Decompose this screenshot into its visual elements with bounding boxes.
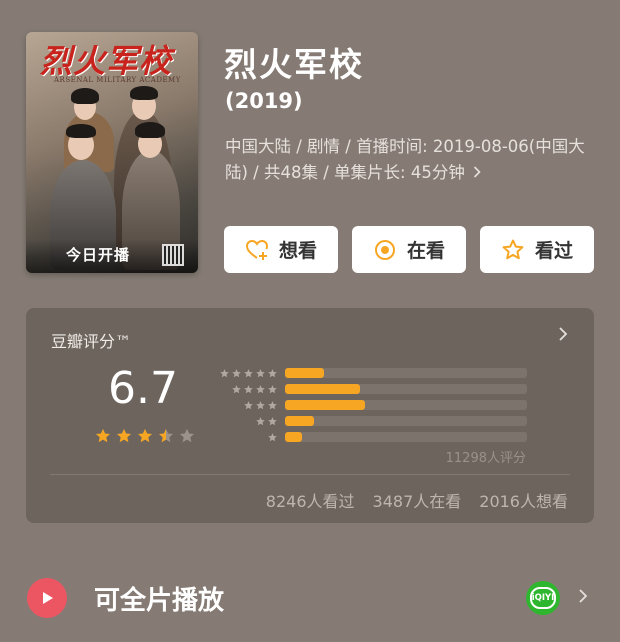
distribution-bar: [285, 400, 365, 410]
poster-hair: [130, 86, 158, 100]
distribution-stars: [216, 416, 278, 427]
distribution-track: [285, 368, 527, 378]
star-icon: [268, 384, 277, 393]
play-row[interactable]: 可全片播放 iQIYI: [0, 560, 620, 636]
distribution-row: [216, 397, 527, 413]
star-icon: [220, 368, 229, 377]
star-icon: [95, 428, 111, 443]
distribution-track: [285, 384, 527, 394]
star-icon: [244, 400, 253, 409]
distribution-row: [216, 413, 527, 429]
star-icon: [137, 428, 153, 443]
star-icon: [268, 368, 277, 377]
distribution-stars: [216, 400, 278, 411]
poster-hair: [71, 88, 99, 104]
star-icon: [256, 368, 265, 377]
star-icon: [179, 428, 195, 443]
divider: [50, 474, 570, 475]
play-label: 可全片播放: [94, 586, 225, 616]
page-title: 烈火军校: [224, 45, 364, 84]
star-outline-icon: [502, 239, 524, 259]
distribution-row: [216, 381, 527, 397]
heart-plus-icon: [245, 239, 268, 260]
rating-distribution: [216, 365, 527, 445]
play-icon: [27, 578, 67, 618]
distribution-row: [216, 365, 527, 381]
watching-button[interactable]: 在看: [352, 226, 466, 273]
distribution-track: [285, 432, 527, 442]
poster-subtitle-art: ARSENAL MILITARY ACADEMY: [54, 76, 181, 84]
star-icon: [256, 416, 265, 425]
star-icon: [232, 384, 241, 393]
distribution-track: [285, 416, 527, 426]
rating-count: 11298人评分: [445, 451, 526, 466]
want-count[interactable]: 2016人想看: [479, 488, 568, 512]
distribution-stars: [216, 368, 278, 379]
rating-stars: [94, 427, 196, 445]
qr-code-icon: [162, 244, 184, 266]
chevron-right-icon[interactable]: [578, 588, 588, 608]
star-icon: [256, 400, 265, 409]
watching-count[interactable]: 3487人在看: [373, 488, 462, 512]
poster-hair: [135, 122, 165, 138]
poster-hair: [66, 124, 96, 138]
distribution-bar: [285, 368, 324, 378]
want-label: 想看: [278, 240, 317, 262]
star-icon: [268, 432, 277, 441]
distribution-bar: [285, 384, 361, 394]
distribution-track: [285, 400, 527, 410]
chevron-right-icon: [473, 163, 481, 182]
watched-count[interactable]: 8246人看过: [266, 488, 355, 512]
star-icon: [232, 368, 241, 377]
star-icon: [244, 384, 253, 393]
distribution-stars: [216, 384, 278, 395]
star-icon: [158, 428, 174, 443]
rating-stats: 8246人看过 3487人在看 2016人想看: [266, 488, 568, 512]
rating-label: 豆瓣评分™: [51, 332, 132, 351]
platform-text: iQIYI: [530, 587, 556, 609]
distribution-stars: [216, 432, 278, 443]
poster-image[interactable]: 烈火军校 ARSENAL MILITARY ACADEMY 今日开播: [26, 32, 198, 273]
star-icon: [268, 400, 277, 409]
star-icon: [244, 368, 253, 377]
rating-score: 6.7: [108, 363, 178, 414]
rating-card[interactable]: 豆瓣评分™ 6.7 11298人评分 8246人看过 3487人在看 2016人…: [26, 308, 594, 523]
star-icon: [256, 384, 265, 393]
distribution-row: [216, 429, 527, 445]
movie-meta[interactable]: 中国大陆 / 剧情 / 首播时间: 2019-08-06(中国大陆) / 共48…: [225, 134, 600, 186]
target-icon: [374, 239, 395, 260]
poster-badge: 今日开播: [66, 246, 131, 264]
chevron-right-icon[interactable]: [558, 326, 568, 346]
meta-text: 中国大陆 / 剧情 / 首播时间: 2019-08-06(中国大陆) / 共48…: [225, 137, 585, 182]
want-button[interactable]: 想看: [224, 226, 338, 273]
distribution-bar: [285, 416, 315, 426]
release-year: (2019): [225, 89, 303, 113]
watched-button[interactable]: 看过: [480, 226, 594, 273]
iqiyi-icon[interactable]: iQIYI: [526, 581, 560, 615]
watched-label: 看过: [534, 240, 573, 262]
star-icon: [268, 416, 277, 425]
watching-label: 在看: [406, 240, 445, 262]
star-icon: [116, 428, 132, 443]
distribution-bar: [285, 432, 302, 442]
